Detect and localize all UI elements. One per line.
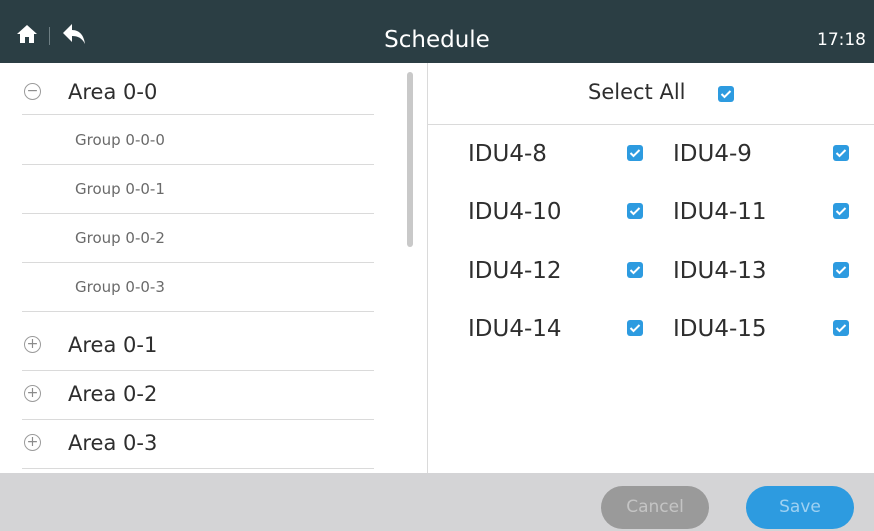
- expand-plus-icon[interactable]: +: [24, 336, 41, 353]
- device-checkbox-idu4-15[interactable]: [833, 320, 849, 336]
- check-icon: [629, 324, 641, 333]
- group-row-0-0-3[interactable]: Group 0-0-3: [22, 263, 374, 312]
- device-label-idu4-8: IDU4-8: [468, 141, 547, 167]
- page-title: Schedule: [384, 27, 490, 53]
- area-row-0-3[interactable]: + Area 0-3: [22, 420, 374, 469]
- area-row-0-0[interactable]: − Area 0-0: [22, 66, 374, 115]
- area-row-0-2[interactable]: + Area 0-2: [22, 371, 374, 420]
- select-all-checkbox[interactable]: [718, 86, 734, 102]
- area-tree-panel: − Area 0-0 Group 0-0-0 Group 0-0-1 Group…: [0, 63, 427, 473]
- cancel-button[interactable]: Cancel: [601, 486, 709, 529]
- device-label-idu4-13: IDU4-13: [673, 258, 767, 284]
- top-bar: Schedule 17:18: [0, 0, 874, 63]
- area-label: Area 0-0: [68, 80, 158, 104]
- device-panel: Select All IDU4-8 IDU4-9 IDU4-10 IDU4-11…: [428, 63, 874, 473]
- check-icon: [629, 149, 641, 158]
- area-label: Area 0-3: [68, 431, 158, 455]
- device-label-idu4-15: IDU4-15: [673, 316, 767, 342]
- select-all-label: Select All: [588, 80, 686, 104]
- area-label: Area 0-1: [68, 333, 158, 357]
- device-checkbox-idu4-8[interactable]: [627, 145, 643, 161]
- expand-plus-icon[interactable]: +: [24, 385, 41, 402]
- group-label: Group 0-0-2: [75, 229, 165, 247]
- group-label: Group 0-0-3: [75, 278, 165, 296]
- device-label-idu4-14: IDU4-14: [468, 316, 562, 342]
- group-label: Group 0-0-0: [75, 131, 165, 149]
- expand-plus-icon[interactable]: +: [24, 434, 41, 451]
- group-row-0-0-0[interactable]: Group 0-0-0: [22, 116, 374, 165]
- check-icon: [835, 149, 847, 158]
- tree-scrollbar[interactable]: [407, 72, 413, 247]
- area-label: Area 0-2: [68, 382, 158, 406]
- area-row-0-1[interactable]: + Area 0-1: [22, 322, 374, 371]
- device-label-idu4-10: IDU4-10: [468, 199, 562, 225]
- collapse-minus-icon[interactable]: −: [24, 83, 41, 100]
- device-label-idu4-9: IDU4-9: [673, 141, 752, 167]
- check-icon: [835, 324, 847, 333]
- check-icon: [720, 90, 732, 99]
- device-checkbox-idu4-12[interactable]: [627, 262, 643, 278]
- clock: 17:18: [817, 30, 866, 50]
- device-label-idu4-11: IDU4-11: [673, 199, 767, 225]
- select-all-row: Select All: [428, 63, 874, 125]
- group-row-0-0-1[interactable]: Group 0-0-1: [22, 165, 374, 214]
- device-checkbox-idu4-9[interactable]: [833, 145, 849, 161]
- check-icon: [629, 207, 641, 216]
- bottom-bar: Cancel Save: [0, 473, 874, 531]
- check-icon: [629, 266, 641, 275]
- device-checkbox-idu4-13[interactable]: [833, 262, 849, 278]
- check-icon: [835, 266, 847, 275]
- device-label-idu4-12: IDU4-12: [468, 258, 562, 284]
- device-checkbox-idu4-10[interactable]: [627, 203, 643, 219]
- group-row-0-0-2[interactable]: Group 0-0-2: [22, 214, 374, 263]
- check-icon: [835, 207, 847, 216]
- device-checkbox-idu4-14[interactable]: [627, 320, 643, 336]
- device-checkbox-idu4-11[interactable]: [833, 203, 849, 219]
- group-label: Group 0-0-1: [75, 180, 165, 198]
- save-button[interactable]: Save: [746, 486, 854, 529]
